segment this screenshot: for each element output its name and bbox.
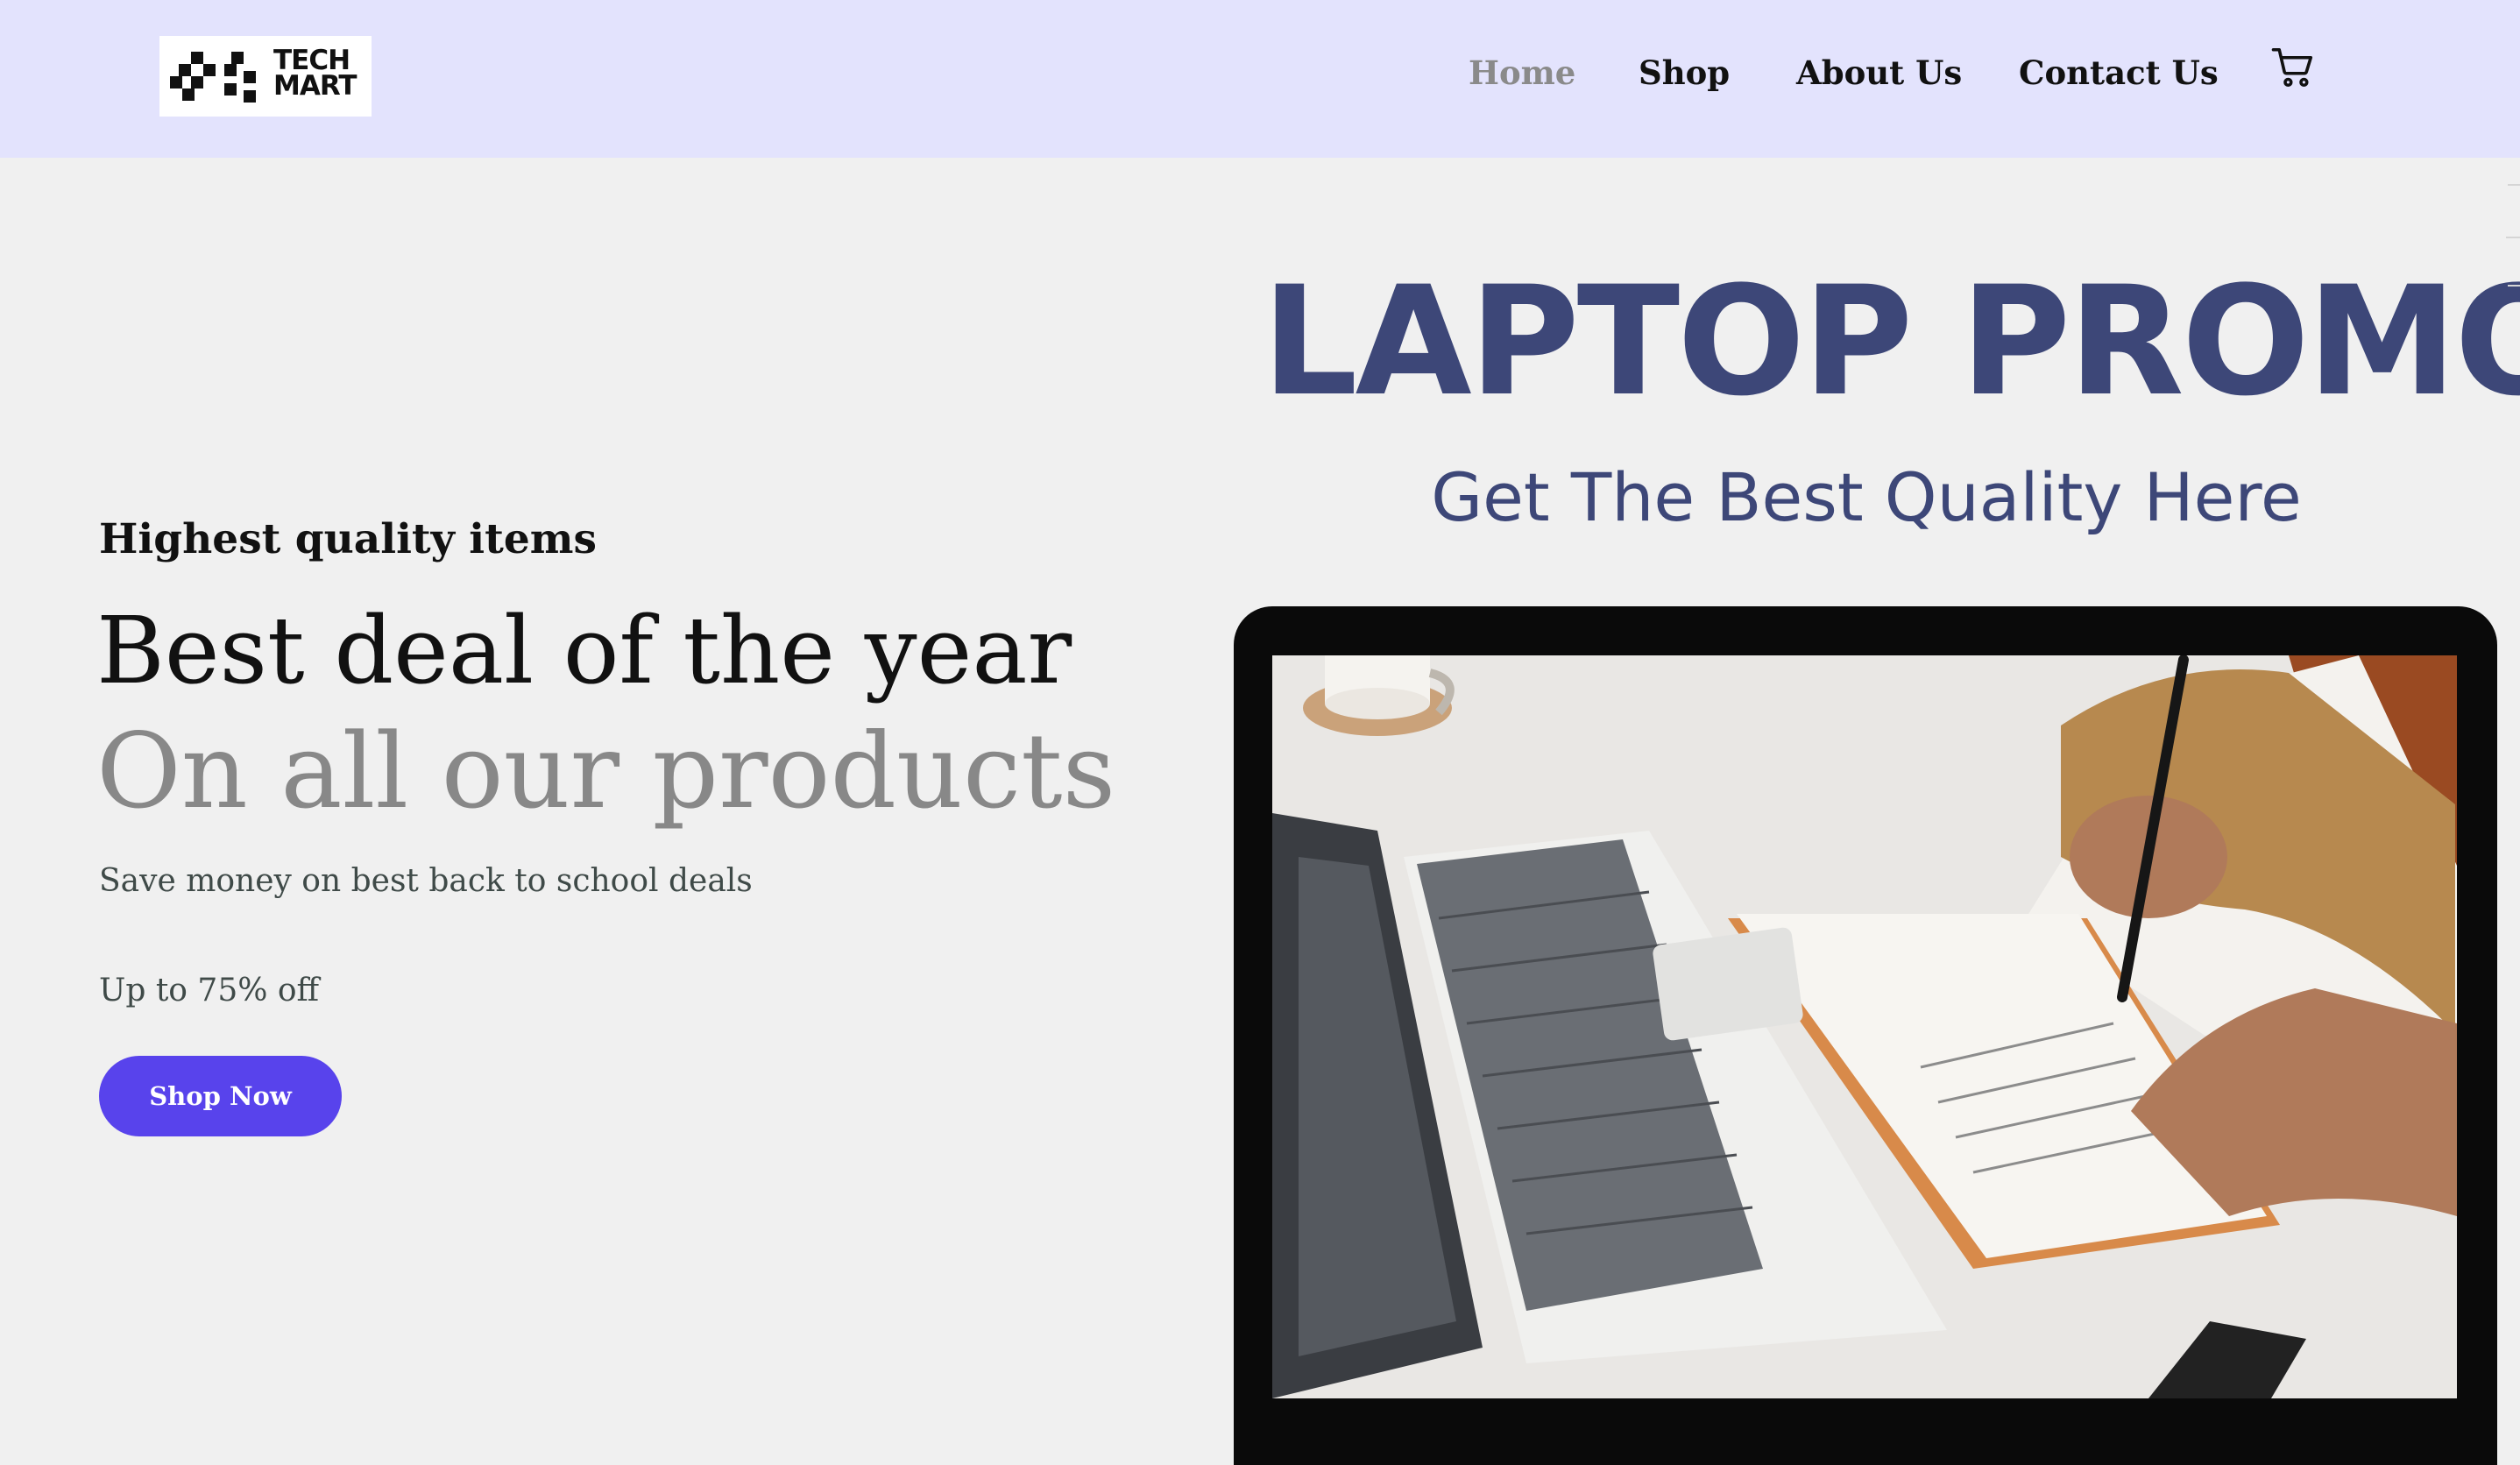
hero-eyebrow: Highest quality items: [99, 515, 597, 563]
promo-subtitle: Get The Best Quality Here: [1431, 458, 2302, 536]
laptop-desk-illustration: [1272, 655, 2457, 1398]
nav-about-us[interactable]: About Us: [1796, 51, 1962, 95]
edge-decoration: [2508, 285, 2520, 287]
hero-headline: Best deal of the year: [96, 597, 1072, 704]
nav-home[interactable]: Home: [1469, 51, 1575, 95]
hero-description: Save money on best back to school deals: [99, 863, 753, 899]
checker-logo-icon: [170, 52, 256, 103]
site-header: TECH MART Home Shop About Us Contact Us: [0, 0, 2520, 158]
landing-page: TECH MART Home Shop About Us Contact Us …: [0, 0, 2520, 1465]
nav-shop[interactable]: Shop: [1639, 51, 1730, 95]
brand-wordmark: TECH MART: [273, 47, 370, 102]
cart-icon[interactable]: [2269, 44, 2317, 91]
promo-photo: [1272, 655, 2457, 1398]
edge-decoration: [2506, 237, 2520, 238]
nav-contact-us[interactable]: Contact Us: [2019, 51, 2219, 95]
promo-title: LAPTOP PROMO: [1262, 253, 2520, 429]
brand-line-2: MART: [273, 70, 357, 102]
monitor-frame: [1234, 606, 2497, 1465]
shop-now-button[interactable]: Shop Now: [99, 1056, 342, 1136]
hero-discount: Up to 75% off: [99, 973, 320, 1009]
brand-logo[interactable]: TECH MART: [159, 36, 372, 117]
hero-subheadline: On all our products: [96, 711, 1116, 832]
edge-decoration: [2508, 184, 2520, 186]
